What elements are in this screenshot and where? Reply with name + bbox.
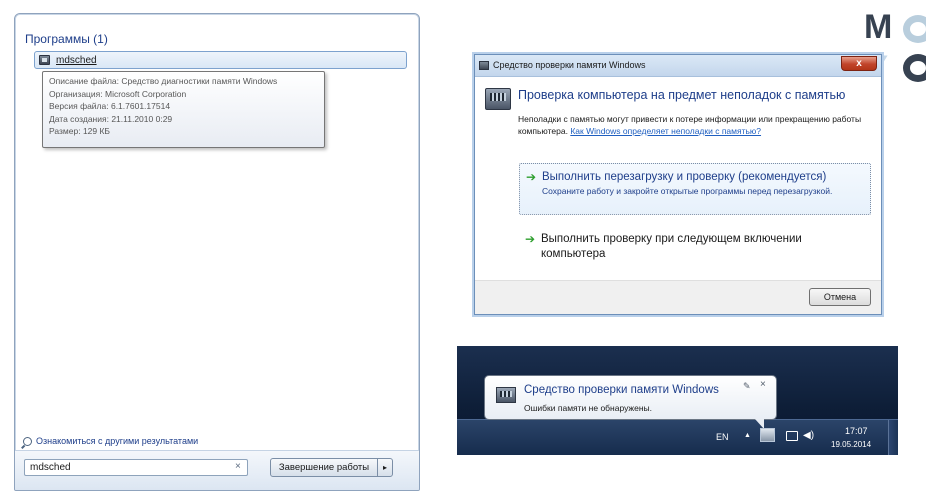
programs-heading: Программы (1)	[25, 32, 108, 46]
show-desktop-button[interactable]	[888, 420, 898, 455]
volume-icon[interactable]: ◀)	[803, 430, 814, 441]
taskbar	[457, 419, 898, 455]
tooltip-organization: Организация: Microsoft Corporation	[49, 88, 187, 99]
start-menu-search-panel: Программы (1) mdsched Описание файла: Ср…	[14, 13, 420, 491]
restart-now-title: Выполнить перезагрузку и проверку (реком…	[542, 171, 827, 183]
green-arrow-icon: ➔	[525, 232, 536, 246]
check-next-boot-title: Выполнить проверку при следующем включен…	[541, 233, 802, 260]
tooltip-description: Описание файла: Средство диагностики пам…	[49, 76, 278, 86]
show-hidden-icons-arrow-icon[interactable]: ▲	[744, 432, 751, 439]
program-result-mdsched[interactable]: mdsched	[34, 51, 407, 69]
dialog-heading: Проверка компьютера на предмет неполадок…	[518, 88, 846, 102]
dialog-titlebar[interactable]: Средство проверки памяти Windows x	[475, 55, 881, 77]
notification-message: Ошибки памяти не обнаружены.	[524, 403, 653, 413]
network-icon[interactable]	[786, 431, 798, 441]
logo-letter-m: M	[864, 8, 894, 46]
clock-time[interactable]: 17:07	[845, 426, 868, 436]
cancel-button[interactable]: Отмена	[809, 288, 871, 306]
memory-diagnostic-app-icon	[479, 61, 489, 70]
start-menu-bottom-bar: mdsched × Завершение работы ▸	[15, 450, 419, 490]
restart-now-subtitle: Сохраните работу и закройте открытые про…	[542, 186, 833, 196]
logo-ring-light	[903, 15, 926, 43]
check-next-boot-option[interactable]: ➔ Выполнить проверку при следующем включ…	[525, 232, 865, 262]
how-windows-detects-link[interactable]: Как Windows определяет неполадки с памят…	[570, 126, 761, 136]
clear-search-icon[interactable]: ×	[235, 461, 241, 473]
notification-close-icon[interactable]: ×	[760, 379, 766, 390]
notification-balloon[interactable]: Средство проверки памяти Windows Ошибки …	[484, 375, 777, 429]
shutdown-options-arrow-icon[interactable]: ▸	[377, 458, 393, 477]
memory-diagnostic-tray-icon[interactable]	[760, 428, 775, 442]
clock-date[interactable]: 19.05.2014	[831, 440, 871, 449]
memory-diagnostic-app-icon	[39, 55, 50, 65]
see-more-results-link[interactable]: Ознакомиться с другими результатами	[23, 436, 198, 446]
notification-options-icon[interactable]: ✎	[743, 381, 751, 392]
program-result-label: mdsched	[56, 54, 97, 66]
logo-ring-dark	[903, 54, 926, 82]
dialog-footer: Отмена	[475, 280, 881, 314]
tooltip-size: Размер: 129 КБ	[49, 126, 111, 136]
see-more-results-label: Ознакомиться с другими результатами	[36, 436, 199, 446]
notification-title: Средство проверки памяти Windows	[524, 384, 719, 396]
memory-chip-icon	[496, 387, 516, 403]
dialog-close-button[interactable]: x	[841, 56, 877, 71]
file-info-tooltip: Описание файла: Средство диагностики пам…	[42, 71, 325, 148]
memory-diagnostic-dialog: Средство проверки памяти Windows x Прове…	[474, 54, 882, 315]
tooltip-created: Дата создания: 21.11.2010 0:29	[49, 113, 173, 124]
dialog-title: Средство проверки памяти Windows	[493, 60, 646, 70]
restart-now-option[interactable]: ➔ Выполнить перезагрузку и проверку (рек…	[519, 163, 871, 215]
language-indicator[interactable]: EN	[716, 432, 729, 442]
tooltip-version: Версия файла: 6.1.7601.17514	[49, 101, 171, 111]
start-search-input[interactable]: mdsched	[24, 459, 248, 476]
shutdown-button[interactable]: Завершение работы	[270, 458, 378, 477]
search-icon	[23, 436, 32, 446]
green-arrow-icon: ➔	[526, 170, 537, 184]
memory-chip-icon	[485, 88, 511, 110]
dialog-description: Неполадки с памятью могут привести к пот…	[518, 113, 868, 137]
desktop-taskbar-area: Средство проверки памяти Windows Ошибки …	[457, 346, 898, 455]
